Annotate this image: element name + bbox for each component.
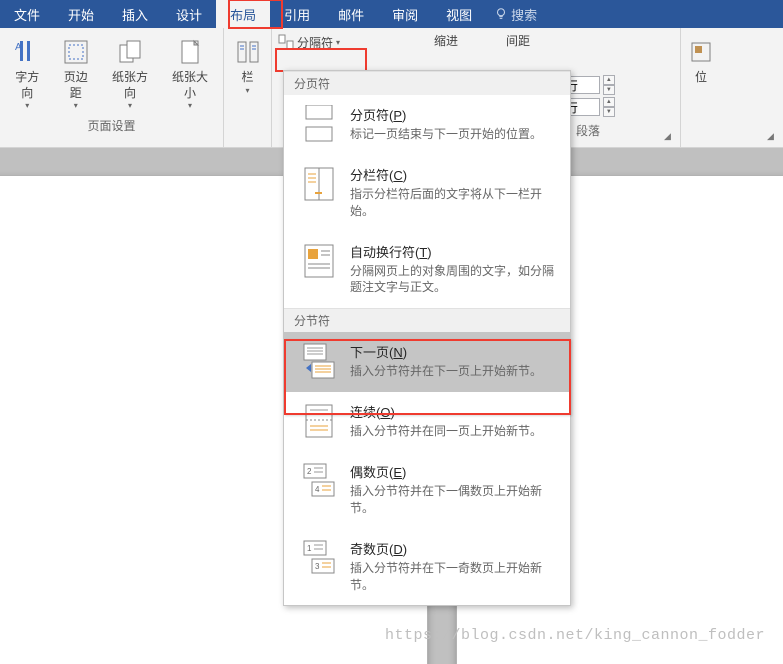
even-page-icon: 24 — [302, 462, 336, 500]
search-placeholder: 搜索 — [511, 5, 537, 24]
chevron-down-icon: ▾ — [245, 86, 249, 95]
chevron-down-icon: ▾ — [25, 101, 29, 110]
svg-text:1: 1 — [307, 544, 312, 553]
margins-icon — [60, 36, 92, 68]
menuitem-column-break[interactable]: 分栏符(C)指示分栏符后面的文字将从下一栏开始。 — [284, 155, 570, 232]
menuitem-even-page[interactable]: 24 偶数页(E)插入分节符并在下一偶数页上开始新节。 — [284, 452, 570, 529]
tab-review[interactable]: 审阅 — [378, 0, 432, 28]
tab-file[interactable]: 文件 — [0, 0, 54, 28]
tab-mailings[interactable]: 邮件 — [324, 0, 378, 28]
tab-layout[interactable]: 布局 — [216, 0, 270, 28]
menuitem-odd-page[interactable]: 13 奇数页(D)插入分节符并在下一奇数页上开始新节。 — [284, 529, 570, 606]
position-icon — [685, 36, 717, 68]
paragraph-launcher[interactable]: ◢ — [664, 131, 676, 143]
indent-label: 缩进 — [434, 32, 486, 49]
tell-me-search[interactable]: 搜索 — [486, 0, 545, 28]
menuitem-text-wrapping[interactable]: 自动换行符(T)分隔网页上的对象周围的文字，如分隔题注文字与正文。 — [284, 232, 570, 309]
tab-references[interactable]: 引用 — [270, 0, 324, 28]
orientation-button[interactable]: 纸张方向 ▾ — [105, 32, 155, 114]
svg-text:A: A — [15, 42, 22, 53]
menubar: 文件 开始 插入 设计 布局 引用 邮件 审阅 视图 搜索 — [0, 0, 783, 28]
next-page-icon — [302, 342, 336, 380]
text-direction-icon: A — [11, 36, 43, 68]
page-size-icon — [174, 36, 206, 68]
column-break-icon — [302, 165, 336, 203]
group-label-paragraph: 段落 — [576, 119, 600, 139]
continuous-icon — [302, 402, 336, 440]
spacing-after-stepper[interactable]: ▲▼ — [603, 97, 615, 117]
breaks-dropdown: 分页符 分页符(P)标记一页结束与下一页开始的位置。 分栏符(C)指示分栏符后面… — [283, 70, 571, 606]
svg-text:4: 4 — [315, 485, 320, 494]
chevron-down-icon: ▾ — [128, 101, 132, 110]
odd-page-icon: 13 — [302, 539, 336, 577]
tab-design[interactable]: 设计 — [162, 0, 216, 28]
text-direction-button[interactable]: A 字方向 ▾ — [8, 32, 47, 114]
tab-home[interactable]: 开始 — [54, 0, 108, 28]
chevron-down-icon: ▾ — [74, 101, 78, 110]
page-break-icon — [302, 105, 336, 143]
menuitem-continuous[interactable]: 连续(O)插入分节符并在同一页上开始新节。 — [284, 392, 570, 452]
svg-text:3: 3 — [315, 562, 320, 571]
group-label-page-setup: 页面设置 — [87, 114, 135, 134]
svg-text:2: 2 — [307, 467, 312, 476]
orientation-icon — [114, 36, 146, 68]
text-wrapping-icon — [302, 242, 336, 280]
menuitem-page-break[interactable]: 分页符(P)标记一页结束与下一页开始的位置。 — [284, 95, 570, 155]
size-button[interactable]: 纸张大小 ▾ — [165, 32, 215, 114]
tab-view[interactable]: 视图 — [432, 0, 486, 28]
breaks-icon — [278, 34, 294, 50]
spacing-label: 间距 — [506, 32, 670, 49]
dropdown-section-page-breaks: 分页符 — [284, 71, 570, 95]
position-button[interactable]: 位 — [683, 32, 719, 90]
menuitem-next-page[interactable]: 下一页(N)插入分节符并在下一页上开始新节。 — [284, 332, 570, 392]
breaks-button[interactable]: 分隔符 ▾ — [278, 32, 368, 52]
dropdown-section-section-breaks: 分节符 — [284, 308, 570, 332]
watermark-text: https://blog.csdn.net/king_cannon_fodder — [385, 627, 765, 644]
chevron-down-icon: ▾ — [336, 38, 340, 47]
columns-button[interactable]: 栏 ▾ — [230, 32, 266, 99]
columns-icon — [232, 36, 264, 68]
tab-insert[interactable]: 插入 — [108, 0, 162, 28]
spacing-before-stepper[interactable]: ▲▼ — [603, 75, 615, 95]
margins-button[interactable]: 页边距 ▾ — [57, 32, 96, 114]
page-setup-launcher[interactable]: ◢ — [767, 131, 779, 143]
lightbulb-icon — [494, 7, 508, 21]
chevron-down-icon: ▾ — [188, 101, 192, 110]
